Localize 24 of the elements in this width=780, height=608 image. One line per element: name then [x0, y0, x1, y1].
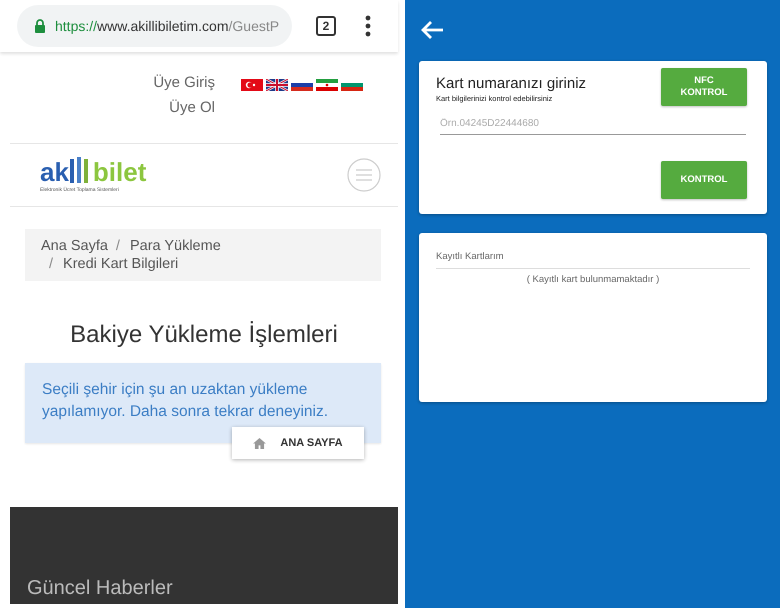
- current-page-text: Kredi Kart Bilgileri: [63, 255, 178, 273]
- empty-message: ( Kayıtlı kart bulunmamaktadır ): [526, 274, 660, 285]
- page-heading: Bakiye Yükleme İşlemleri: [69, 321, 339, 349]
- flag-icon[interactable]: [241, 79, 263, 91]
- member-link[interactable]: Üye Giriş: [153, 74, 215, 91]
- tab-count-button[interactable]: 2: [316, 16, 336, 36]
- flag-icon[interactable]: [266, 79, 288, 91]
- flag-icon[interactable]: [316, 79, 338, 91]
- home-button[interactable]: ANA SAYFA: [232, 427, 364, 459]
- alert-message: Seçili şehir için şu an uzaktan yükleme yapılamıyor. Daha sonra tekrar deneyiniz.: [42, 380, 330, 422]
- footer-title: Güncel Haberler: [27, 577, 173, 600]
- member-link[interactable]: Üye Ol: [169, 99, 215, 116]
- separator-text: /: [49, 255, 54, 273]
- separator-text: /: [116, 237, 120, 255]
- lock-icon: [34, 19, 46, 33]
- breadcrumb-link[interactable]: Ana Sayfa: [41, 237, 108, 255]
- url-text: https://www.akillibiletim.com/GuestP: [55, 18, 280, 34]
- saved-cards-title: Kayıtlı Kartlarım: [436, 251, 750, 269]
- home-icon: [253, 438, 266, 448]
- card-entry-title: Kart numaranızı giriniz: [436, 75, 586, 92]
- breadcrumb-link[interactable]: Para Yükleme: [130, 237, 221, 255]
- back-arrow-icon[interactable]: [420, 20, 444, 40]
- address-bar[interactable]: https://www.akillibiletim.com/GuestP: [17, 5, 292, 47]
- more-menu-icon[interactable]: [365, 15, 371, 37]
